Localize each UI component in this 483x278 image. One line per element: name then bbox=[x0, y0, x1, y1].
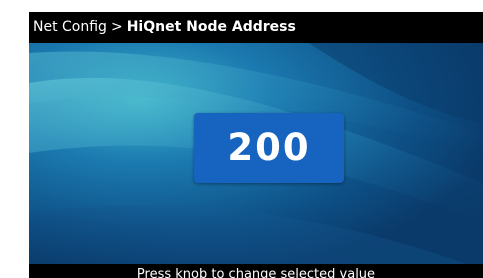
page-title: HiQnet Node Address bbox=[126, 19, 296, 35]
breadcrumb-net-config[interactable]: Net Config bbox=[33, 19, 107, 35]
wallpaper-background: 200 bbox=[29, 43, 483, 270]
node-address-value[interactable]: 200 bbox=[194, 113, 344, 183]
status-hint: Press knob to change selected value bbox=[29, 264, 483, 278]
title-bar: Net Config > HiQnet Node Address bbox=[29, 12, 483, 43]
device-screen: Net Config > HiQnet Node Address 200 Pre… bbox=[29, 12, 483, 278]
breadcrumb-separator: > bbox=[110, 19, 123, 35]
